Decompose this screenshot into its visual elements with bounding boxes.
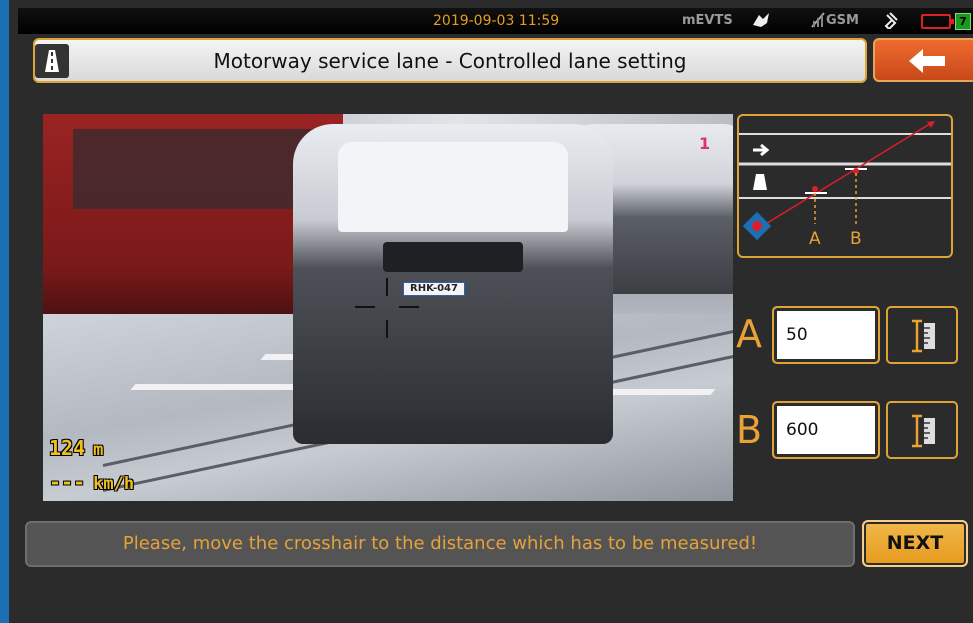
status-mode: mEVTS <box>682 13 733 28</box>
app-window: 2019-09-03 11:59 mEVTS GSM 7 Motorway se… <box>0 0 973 623</box>
ruler-icon <box>912 414 935 448</box>
distance-readout: 124 m <box>49 436 103 460</box>
instruction-message: Please, move the crosshair to the distan… <box>25 521 855 567</box>
speed-unit: km/h <box>93 474 135 494</box>
field-a-box[interactable] <box>772 306 880 364</box>
speed-readout: --- km/h <box>49 470 134 494</box>
diagram-label-a: A <box>809 229 821 249</box>
title-bar: Motorway service lane - Controlled lane … <box>33 38 867 83</box>
measure-b-button[interactable] <box>886 401 958 459</box>
camera-view[interactable]: RHK-047 1 124 m --- km/h <box>43 114 733 501</box>
motorway-lane-icon <box>753 174 767 190</box>
field-a-input[interactable] <box>780 314 872 356</box>
lane-marker: 1 <box>699 134 711 153</box>
arrow-right-icon <box>753 143 770 157</box>
distance-value: 124 <box>49 436 86 460</box>
no-signal-icon <box>810 11 826 33</box>
crosshair[interactable] <box>355 278 421 338</box>
field-a-label: A <box>736 312 762 356</box>
signal-hand-icon <box>751 11 771 33</box>
charge-indicator: 7 <box>955 13 971 30</box>
battery-icon <box>921 14 954 29</box>
status-gsm: GSM <box>826 13 859 28</box>
speed-value: --- <box>49 470 86 494</box>
back-button[interactable] <box>873 38 973 82</box>
next-button[interactable]: NEXT <box>862 520 968 567</box>
suv-image: RHK-047 <box>293 124 613 444</box>
arrow-left-icon <box>909 49 945 73</box>
status-datetime: 2019-09-03 11:59 <box>433 13 560 29</box>
field-b-label: B <box>736 408 763 452</box>
field-b-input[interactable] <box>780 409 872 451</box>
distance-unit: m <box>93 440 104 460</box>
ruler-icon <box>912 319 935 353</box>
field-b-box[interactable] <box>772 401 880 459</box>
page-title: Motorway service lane - Controlled lane … <box>213 49 687 73</box>
lane-diagram: A B <box>737 114 953 258</box>
satellite-icon <box>884 11 904 33</box>
status-bar: 2019-09-03 11:59 mEVTS GSM 7 <box>18 8 973 34</box>
measure-a-button[interactable] <box>886 306 958 364</box>
diagram-label-b: B <box>850 229 862 249</box>
